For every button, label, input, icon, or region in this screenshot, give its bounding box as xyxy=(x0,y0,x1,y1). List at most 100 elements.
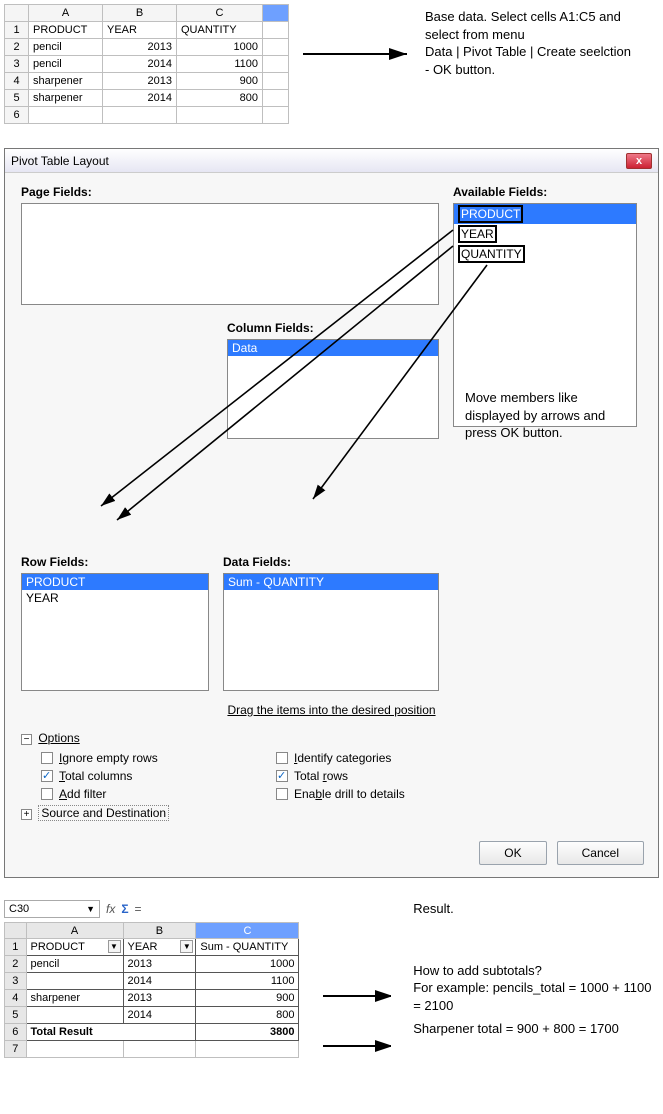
avail-item-product[interactable]: PRODUCT xyxy=(458,205,523,223)
col-header-a[interactable]: A xyxy=(29,5,103,22)
cell[interactable] xyxy=(263,39,289,56)
cell[interactable]: 800 xyxy=(196,1007,299,1024)
cell[interactable]: 2014 xyxy=(103,90,177,107)
cell[interactable]: QUANTITY xyxy=(177,22,263,39)
cell[interactable] xyxy=(26,973,123,990)
cancel-button[interactable]: Cancel xyxy=(557,841,644,865)
row-fields-listbox[interactable]: PRODUCT YEAR xyxy=(21,573,209,691)
cell[interactable]: sharpener xyxy=(29,73,103,90)
sigma-icon[interactable]: Σ xyxy=(121,902,128,916)
cell[interactable]: 2013 xyxy=(123,990,196,1007)
row-header[interactable]: 7 xyxy=(5,1041,27,1058)
pivot-sum-header[interactable]: Sum - QUANTITY xyxy=(196,939,299,956)
pivot-product-header[interactable]: PRODUCT▼ xyxy=(26,939,123,956)
cell[interactable] xyxy=(263,22,289,39)
cell[interactable]: 2013 xyxy=(103,73,177,90)
cell[interactable] xyxy=(263,73,289,90)
cell[interactable]: 1000 xyxy=(196,956,299,973)
cell[interactable]: sharpener xyxy=(26,990,123,1007)
col-header-next[interactable] xyxy=(263,5,289,22)
data-fields-listbox[interactable]: Sum - QUANTITY xyxy=(223,573,439,691)
cell[interactable] xyxy=(263,107,289,124)
col-header-c[interactable]: C xyxy=(196,923,299,939)
cell[interactable]: pencil xyxy=(29,56,103,73)
row-header[interactable]: 6 xyxy=(5,107,29,124)
opt-total-rows[interactable]: Total rows xyxy=(276,769,471,783)
cell[interactable] xyxy=(26,1007,123,1024)
data-item-sum[interactable]: Sum - QUANTITY xyxy=(224,574,438,590)
cell[interactable]: YEAR xyxy=(103,22,177,39)
cell[interactable]: 900 xyxy=(177,73,263,90)
page-fields-listbox[interactable] xyxy=(21,203,439,305)
source-data-table[interactable]: A B C 1 PRODUCT YEAR QUANTITY 2 pencil 2… xyxy=(4,4,289,124)
name-box[interactable]: C30 ▼ xyxy=(4,900,100,918)
cell[interactable]: PRODUCT xyxy=(29,22,103,39)
row-header[interactable]: 5 xyxy=(5,1007,27,1024)
row-header[interactable]: 4 xyxy=(5,990,27,1007)
ok-button[interactable]: OK xyxy=(479,841,546,865)
fx-icon[interactable]: fx xyxy=(106,902,115,916)
pivot-year-header[interactable]: YEAR▼ xyxy=(123,939,196,956)
close-button[interactable]: x xyxy=(626,153,652,169)
cell[interactable]: 1000 xyxy=(177,39,263,56)
column-item-data[interactable]: Data xyxy=(228,340,438,356)
cell[interactable]: 1100 xyxy=(177,56,263,73)
row-header[interactable]: 6 xyxy=(5,1024,27,1041)
column-fields-listbox[interactable]: Data xyxy=(227,339,439,439)
row-header[interactable]: 2 xyxy=(5,39,29,56)
row-header[interactable]: 3 xyxy=(5,56,29,73)
cell[interactable] xyxy=(177,107,263,124)
formula-bar[interactable]: C30 ▼ fx Σ = xyxy=(4,900,299,918)
avail-item-year[interactable]: YEAR xyxy=(458,225,497,243)
row-header[interactable]: 3 xyxy=(5,973,27,990)
row-header[interactable]: 2 xyxy=(5,956,27,973)
cell[interactable]: 900 xyxy=(196,990,299,1007)
row-header[interactable]: 4 xyxy=(5,73,29,90)
cell[interactable]: pencil xyxy=(26,956,123,973)
row-item-year[interactable]: YEAR xyxy=(22,590,208,606)
cell[interactable]: pencil xyxy=(29,39,103,56)
cell[interactable] xyxy=(196,1041,299,1058)
cell[interactable]: 2014 xyxy=(123,973,196,990)
col-header-b[interactable]: B xyxy=(103,5,177,22)
cell[interactable] xyxy=(263,56,289,73)
total-value[interactable]: 3800 xyxy=(196,1024,299,1041)
col-header-b[interactable]: B xyxy=(123,923,196,939)
cell[interactable] xyxy=(26,1041,123,1058)
opt-drill[interactable]: Enable drill to details xyxy=(276,787,471,801)
row-item-product[interactable]: PRODUCT xyxy=(22,574,208,590)
cell[interactable]: 2014 xyxy=(103,56,177,73)
col-header-a[interactable]: A xyxy=(26,923,123,939)
equals-icon[interactable]: = xyxy=(135,902,142,916)
total-label[interactable]: Total Result xyxy=(26,1024,196,1041)
titlebar[interactable]: Pivot Table Layout x xyxy=(5,149,658,173)
opt-identify[interactable]: Identify categories xyxy=(276,751,471,765)
cell[interactable] xyxy=(263,90,289,107)
cell[interactable] xyxy=(123,1041,196,1058)
row-header[interactable]: 5 xyxy=(5,90,29,107)
cell[interactable]: 1100 xyxy=(196,973,299,990)
cell[interactable]: 800 xyxy=(177,90,263,107)
cell[interactable]: sharpener xyxy=(29,90,103,107)
dropdown-icon[interactable]: ▼ xyxy=(108,940,121,953)
opt-add-filter[interactable]: Add filter xyxy=(41,787,236,801)
cell[interactable]: 2013 xyxy=(123,956,196,973)
avail-item-quantity[interactable]: QUANTITY xyxy=(458,245,525,263)
dropdown-icon[interactable]: ▼ xyxy=(86,904,95,914)
row-header[interactable]: 1 xyxy=(5,939,27,956)
options-label[interactable]: Options xyxy=(38,731,79,745)
cell[interactable]: 2013 xyxy=(103,39,177,56)
cell[interactable]: 2014 xyxy=(123,1007,196,1024)
expand-icon[interactable]: + xyxy=(21,809,32,820)
cell[interactable] xyxy=(29,107,103,124)
dropdown-icon[interactable]: ▼ xyxy=(180,940,193,953)
opt-ignore-empty[interactable]: Ignore empty rows xyxy=(41,751,236,765)
collapse-icon[interactable]: − xyxy=(21,734,32,745)
row-header[interactable]: 1 xyxy=(5,22,29,39)
result-table[interactable]: A B C 1 PRODUCT▼ YEAR▼ Sum - QUANTITY 2 … xyxy=(4,922,299,1058)
cell[interactable] xyxy=(103,107,177,124)
opt-total-columns[interactable]: Total columns xyxy=(41,769,236,783)
source-destination[interactable]: Source and Destination xyxy=(38,805,169,821)
annotation-move: Move members like displayed by arrows an… xyxy=(465,389,635,442)
col-header-c[interactable]: C xyxy=(177,5,263,22)
